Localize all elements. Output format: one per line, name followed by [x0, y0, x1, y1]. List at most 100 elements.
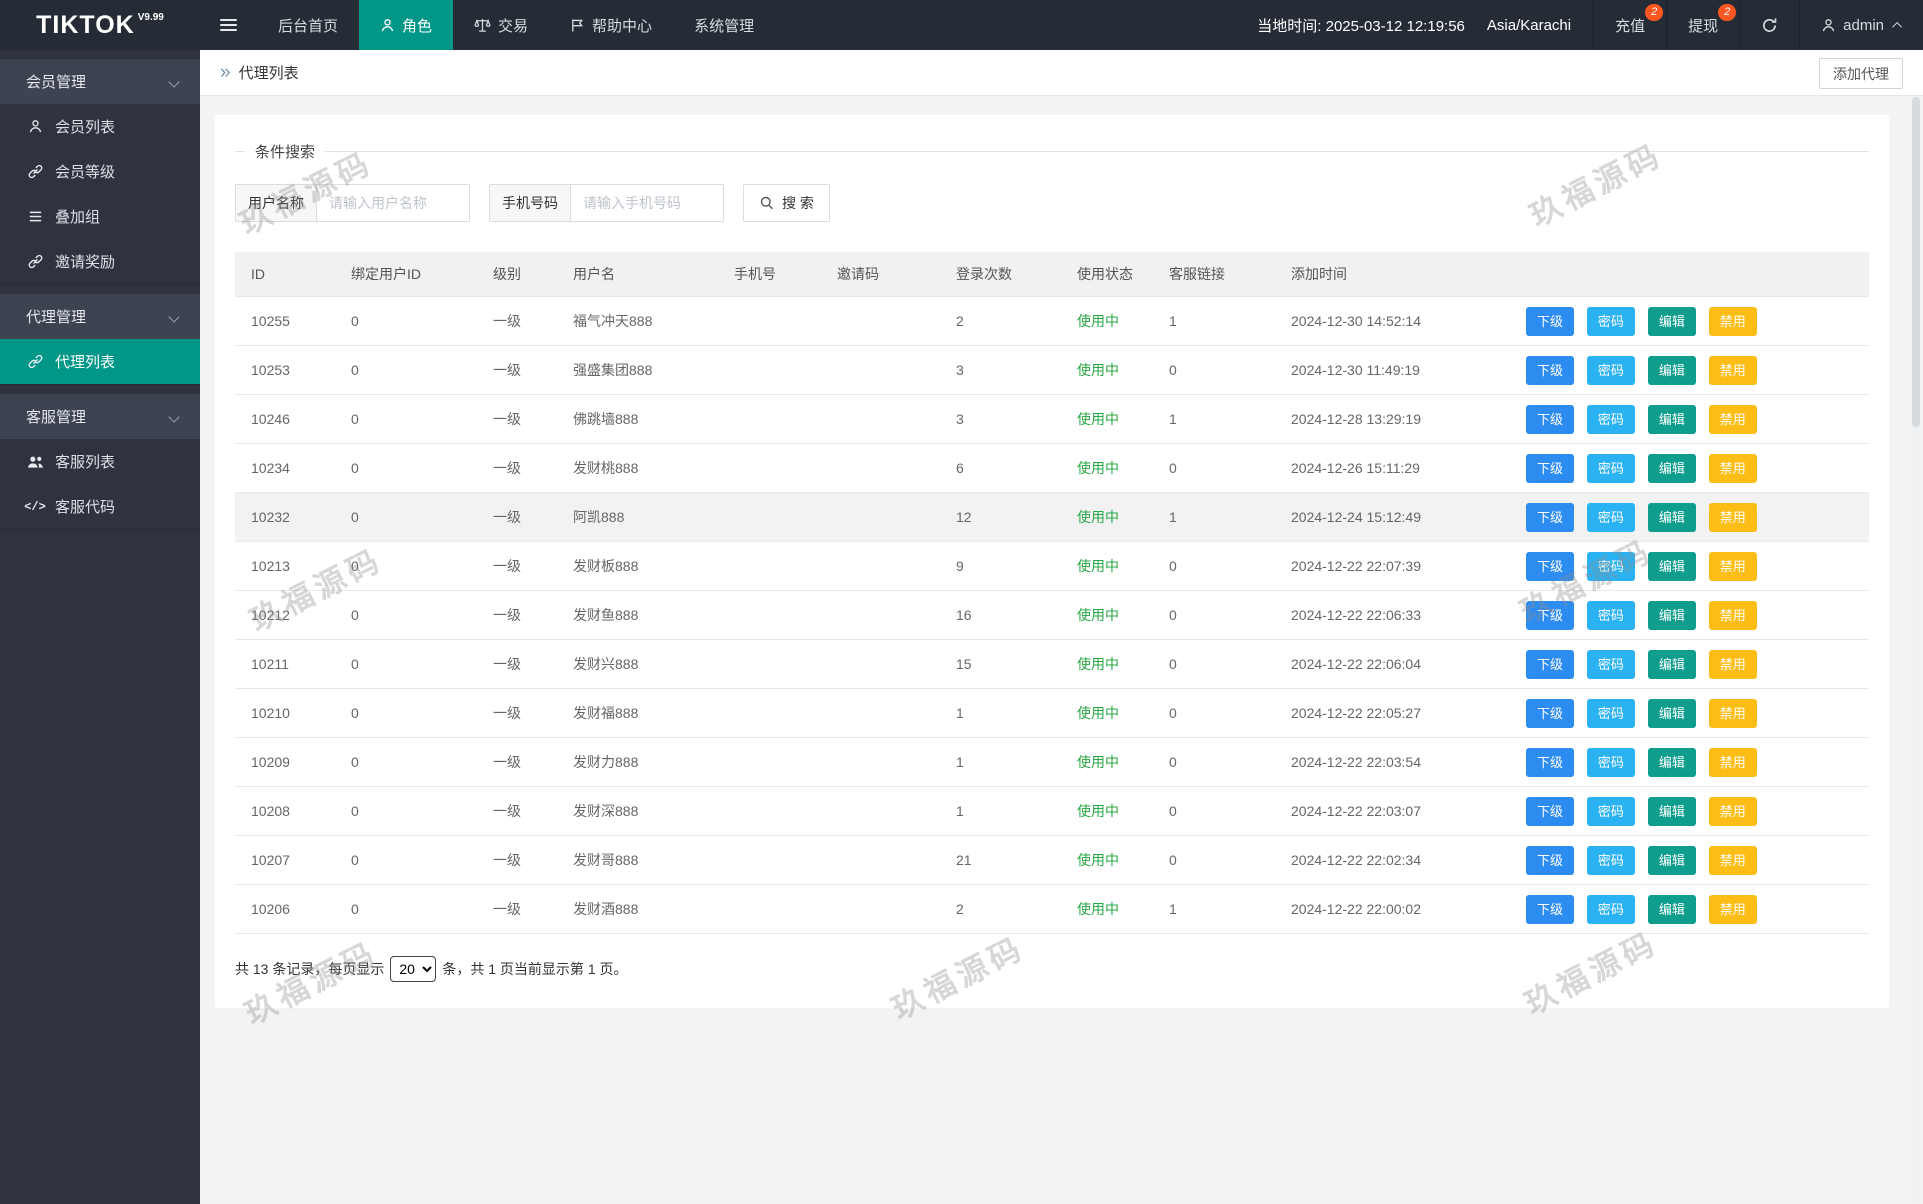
cell-added-time: 2024-12-22 22:02:34 — [1275, 835, 1510, 885]
nav-help[interactable]: 帮助中心 — [549, 0, 673, 50]
sub-agent-button[interactable]: 下级 — [1526, 551, 1575, 581]
edit-button[interactable]: 编辑 — [1647, 845, 1696, 875]
cell-actions: 下级 密码 编辑 禁用 — [1510, 884, 1869, 934]
main-scrollbar[interactable] — [1911, 97, 1921, 1202]
disable-button[interactable]: 禁用 — [1708, 306, 1757, 336]
sidebar-group-member-mgmt[interactable]: 会员管理 — [0, 59, 200, 104]
sub-agent-button[interactable]: 下级 — [1526, 845, 1575, 875]
password-button[interactable]: 密码 — [1586, 649, 1635, 679]
flag-icon — [570, 18, 585, 33]
sub-agent-button[interactable]: 下级 — [1526, 453, 1575, 483]
add-agent-button[interactable]: 添加代理 — [1819, 58, 1903, 89]
table-row: 10213 0 一级 发财板888 9 使用中 0 2024-12-22 22:… — [235, 541, 1869, 591]
nav-dashboard[interactable]: 后台首页 — [257, 0, 359, 50]
disable-button[interactable]: 禁用 — [1708, 453, 1757, 483]
nav-system[interactable]: 系统管理 — [673, 0, 775, 50]
sub-agent-button[interactable]: 下级 — [1526, 747, 1575, 777]
edit-button[interactable]: 编辑 — [1647, 306, 1696, 336]
cell-actions: 下级 密码 编辑 禁用 — [1510, 786, 1869, 836]
disable-button[interactable]: 禁用 — [1708, 698, 1757, 728]
password-button[interactable]: 密码 — [1586, 306, 1635, 336]
withdraw-link[interactable]: 提现 2 — [1666, 0, 1739, 50]
password-button[interactable]: 密码 — [1586, 551, 1635, 581]
disable-button[interactable]: 禁用 — [1708, 355, 1757, 385]
disable-button[interactable]: 禁用 — [1708, 747, 1757, 777]
page-size-select[interactable]: 20 — [390, 956, 437, 982]
disable-button[interactable]: 禁用 — [1708, 404, 1757, 434]
sidebar-group-agent-mgmt[interactable]: 代理管理 — [0, 294, 200, 339]
nav-roles[interactable]: 角色 — [359, 0, 454, 50]
user-menu[interactable]: admin — [1799, 0, 1923, 50]
cell-invite-code — [821, 590, 940, 640]
sub-agent-button[interactable]: 下级 — [1526, 404, 1575, 434]
cell-id: 10213 — [235, 541, 335, 591]
cell-phone — [718, 884, 821, 934]
cell-invite-code — [821, 688, 940, 738]
sidebar-item-invite-reward[interactable]: 邀请奖励 — [0, 239, 200, 284]
edit-button[interactable]: 编辑 — [1647, 453, 1696, 483]
sidebar-item-stack-group[interactable]: 叠加组 — [0, 194, 200, 239]
sub-agent-button[interactable]: 下级 — [1526, 355, 1575, 385]
recharge-link[interactable]: 充值 2 — [1593, 0, 1666, 50]
cell-phone — [718, 786, 821, 836]
password-button[interactable]: 密码 — [1586, 796, 1635, 826]
sub-agent-button[interactable]: 下级 — [1526, 649, 1575, 679]
cell-level: 一级 — [477, 884, 557, 934]
cell-phone — [718, 590, 821, 640]
password-button[interactable]: 密码 — [1586, 502, 1635, 532]
sidebar-item-cs-code[interactable]: </> 客服代码 — [0, 484, 200, 529]
sidebar-item-member-level[interactable]: 会员等级 — [0, 149, 200, 194]
cell-login-count: 2 — [940, 296, 1061, 346]
disable-button[interactable]: 禁用 — [1708, 845, 1757, 875]
cell-login-count: 16 — [940, 590, 1061, 640]
search-button[interactable]: 搜 索 — [743, 184, 830, 222]
edit-button[interactable]: 编辑 — [1647, 796, 1696, 826]
sidebar-item-cs-list[interactable]: 客服列表 — [0, 439, 200, 484]
sidebar: 会员管理 会员列表 会员等级 叠加组 邀请奖励 代理管理 代理列表 客服管理 客… — [0, 50, 200, 1204]
edit-button[interactable]: 编辑 — [1647, 600, 1696, 630]
disable-button[interactable]: 禁用 — [1708, 796, 1757, 826]
sub-agent-button[interactable]: 下级 — [1526, 600, 1575, 630]
sub-agent-button[interactable]: 下级 — [1526, 306, 1575, 336]
disable-button[interactable]: 禁用 — [1708, 600, 1757, 630]
password-button[interactable]: 密码 — [1586, 747, 1635, 777]
disable-button[interactable]: 禁用 — [1708, 551, 1757, 581]
cell-username: 发财兴888 — [557, 639, 718, 689]
edit-button[interactable]: 编辑 — [1647, 894, 1696, 924]
username-input[interactable] — [317, 185, 469, 221]
edit-button[interactable]: 编辑 — [1647, 747, 1696, 777]
password-button[interactable]: 密码 — [1586, 355, 1635, 385]
cell-login-count: 1 — [940, 786, 1061, 836]
sub-agent-button[interactable]: 下级 — [1526, 698, 1575, 728]
sidebar-toggle-button[interactable] — [200, 0, 257, 50]
password-button[interactable]: 密码 — [1586, 453, 1635, 483]
person-icon — [380, 18, 395, 33]
sub-agent-button[interactable]: 下级 — [1526, 894, 1575, 924]
edit-button[interactable]: 编辑 — [1647, 649, 1696, 679]
sidebar-group-cs-mgmt[interactable]: 客服管理 — [0, 394, 200, 439]
refresh-button[interactable] — [1739, 0, 1799, 50]
disable-button[interactable]: 禁用 — [1708, 502, 1757, 532]
edit-button[interactable]: 编辑 — [1647, 502, 1696, 532]
sub-agent-button[interactable]: 下级 — [1526, 502, 1575, 532]
password-button[interactable]: 密码 — [1586, 845, 1635, 875]
edit-button[interactable]: 编辑 — [1647, 551, 1696, 581]
scrollbar-thumb[interactable] — [1912, 97, 1920, 427]
local-time: 当地时间: 2025-03-12 12:19:56 — [1257, 17, 1465, 35]
cell-invite-code — [821, 345, 940, 395]
edit-button[interactable]: 编辑 — [1647, 355, 1696, 385]
password-button[interactable]: 密码 — [1586, 404, 1635, 434]
edit-button[interactable]: 编辑 — [1647, 698, 1696, 728]
cell-level: 一级 — [477, 492, 557, 542]
phone-input[interactable] — [571, 185, 723, 221]
nav-trade[interactable]: 交易 — [453, 0, 549, 50]
edit-button[interactable]: 编辑 — [1647, 404, 1696, 434]
password-button[interactable]: 密码 — [1586, 894, 1635, 924]
password-button[interactable]: 密码 — [1586, 698, 1635, 728]
disable-button[interactable]: 禁用 — [1708, 894, 1757, 924]
sub-agent-button[interactable]: 下级 — [1526, 796, 1575, 826]
disable-button[interactable]: 禁用 — [1708, 649, 1757, 679]
sidebar-item-agent-list[interactable]: 代理列表 — [0, 339, 200, 384]
password-button[interactable]: 密码 — [1586, 600, 1635, 630]
sidebar-item-member-list[interactable]: 会员列表 — [0, 104, 200, 149]
